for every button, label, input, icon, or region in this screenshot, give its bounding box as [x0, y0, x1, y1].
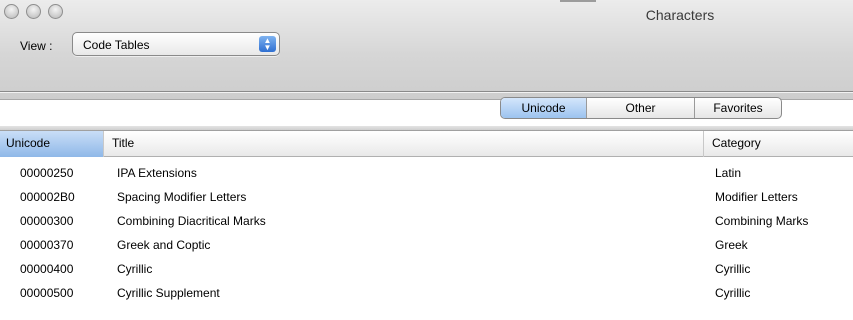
code-table: Unicode Title Category 00000250 IPA Exte…: [0, 131, 853, 320]
table-row[interactable]: 00000500 Cyrillic Supplement Cyrillic: [0, 281, 853, 305]
tab-unicode[interactable]: Unicode: [501, 98, 587, 118]
row-title: IPA Extensions: [117, 166, 197, 180]
up-down-arrows-icon: ▲ ▼: [259, 36, 276, 52]
toolbar-area: Characters View : Code Tables ▲ ▼: [0, 0, 853, 100]
row-code: 00000250: [20, 166, 74, 180]
row-code: 000002B0: [20, 190, 75, 204]
table-row[interactable]: 00000300 Combining Diacritical Marks Com…: [0, 209, 853, 233]
table-row[interactable]: 00000400 Cyrillic Cyrillic: [0, 257, 853, 281]
row-code: 00000300: [20, 214, 74, 228]
minimize-icon[interactable]: [26, 4, 41, 19]
row-code: 00000400: [20, 262, 74, 276]
row-title: Combining Diacritical Marks: [117, 214, 266, 228]
window-title: Characters: [645, 7, 715, 23]
column-header-category[interactable]: Category: [704, 131, 853, 157]
row-category: Latin: [715, 166, 742, 180]
row-category: Greek: [715, 238, 748, 252]
characters-window: Characters View : Code Tables ▲ ▼ Unicode…: [0, 0, 853, 320]
table-row[interactable]: 000002B0 Spacing Modifier Letters Modifi…: [0, 185, 853, 209]
toolbar-divider-highlight: [0, 92, 853, 93]
row-title: Cyrillic: [117, 262, 153, 276]
view-label: View :: [20, 39, 53, 53]
view-select-value: Code Tables: [83, 38, 150, 52]
row-code: 00000370: [20, 238, 74, 252]
tab-favorites[interactable]: Favorites: [695, 98, 781, 118]
row-category: Cyrillic: [715, 262, 751, 276]
column-header-title[interactable]: Title: [104, 131, 704, 157]
view-select[interactable]: Code Tables ▲ ▼: [72, 32, 280, 56]
row-title: Cyrillic Supplement: [117, 286, 220, 300]
row-code: 00000500: [20, 286, 74, 300]
row-category: Combining Marks: [715, 214, 809, 228]
row-title: Greek and Coptic: [117, 238, 211, 252]
tab-other-encodings[interactable]: Other Encodings: [587, 98, 695, 118]
close-icon[interactable]: [4, 4, 19, 19]
table-row[interactable]: 00000250 IPA Extensions Latin: [0, 161, 853, 185]
row-title: Spacing Modifier Letters: [117, 190, 247, 204]
encoding-segmented-control: Unicode Other Encodings Favorites: [500, 97, 782, 119]
table-row[interactable]: 00000370 Greek and Coptic Greek: [0, 233, 853, 257]
row-category: Modifier Letters: [715, 190, 798, 204]
column-header-unicode[interactable]: Unicode: [0, 131, 104, 157]
title-notch: [560, 0, 596, 2]
table-header: Unicode Title Category: [0, 131, 853, 157]
zoom-icon[interactable]: [48, 4, 63, 19]
row-category: Cyrillic: [715, 286, 751, 300]
